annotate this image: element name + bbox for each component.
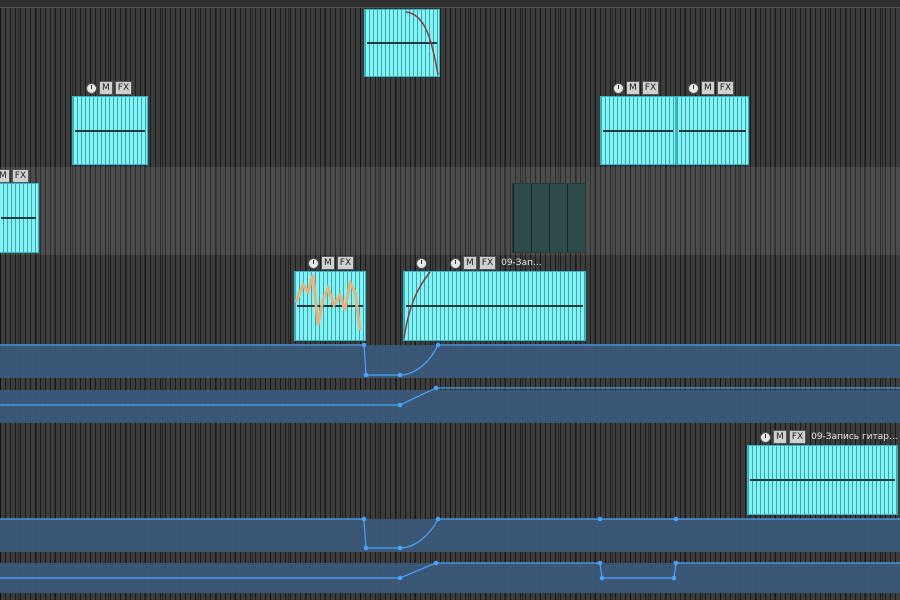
automation-line-3 xyxy=(0,518,900,549)
automation-point xyxy=(673,560,679,566)
automation-overlay[interactable] xyxy=(0,0,900,600)
automation-point xyxy=(361,516,367,522)
arrangement-view[interactable]: M FX M FX M FX M FX M FX M FX 09-Зап... xyxy=(0,0,900,600)
automation-point xyxy=(363,545,369,551)
automation-point xyxy=(435,516,441,522)
automation-point xyxy=(599,575,605,581)
automation-point xyxy=(433,560,439,566)
automation-point xyxy=(397,372,403,378)
clip-gain-envelope xyxy=(294,274,362,331)
automation-point xyxy=(397,575,403,581)
automation-point xyxy=(361,342,367,348)
automation-point xyxy=(597,560,603,566)
automation-point xyxy=(397,402,403,408)
fade-in-curve xyxy=(403,271,431,339)
automation-line-1 xyxy=(0,344,900,376)
automation-point xyxy=(671,575,677,581)
automation-point xyxy=(433,385,439,391)
automation-line-2 xyxy=(0,387,900,406)
automation-point xyxy=(597,516,603,522)
automation-point xyxy=(673,516,679,522)
automation-line-4 xyxy=(0,562,900,579)
automation-point xyxy=(435,342,441,348)
fade-out-curve xyxy=(405,11,439,76)
automation-point xyxy=(397,545,403,551)
automation-point xyxy=(363,372,369,378)
